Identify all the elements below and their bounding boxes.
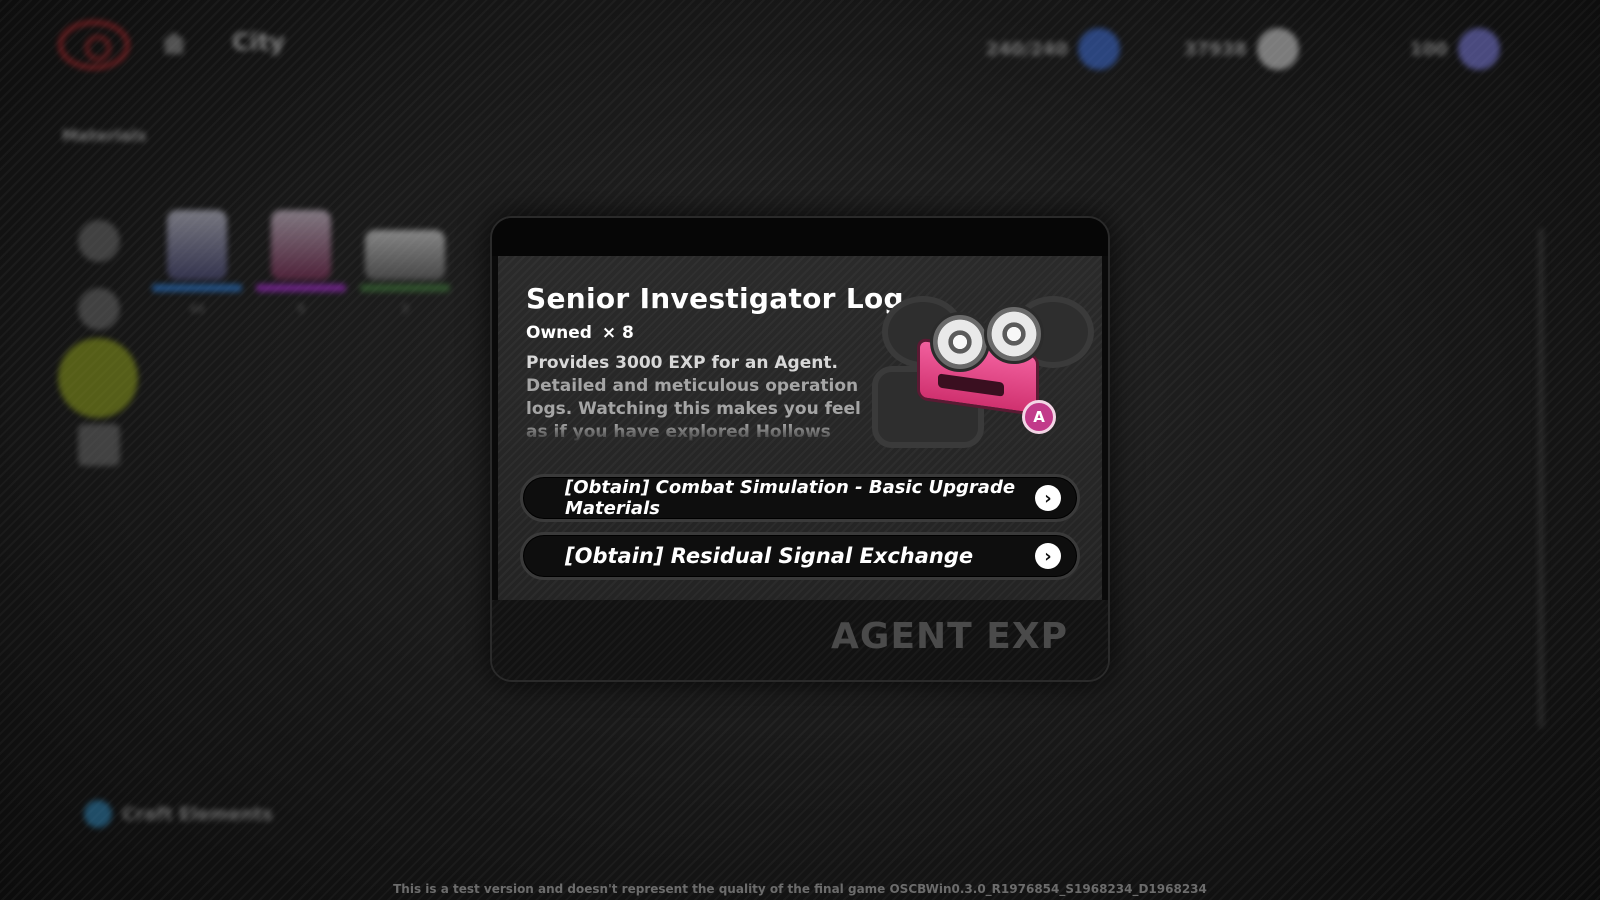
item-flavor-text: Detailed and meticulous operation logs. …	[526, 376, 861, 442]
rarity-bar	[256, 284, 346, 292]
craft-label: Craft Elements	[122, 803, 273, 825]
obtain-option-label: [Obtain] Residual Signal Exchange	[565, 544, 974, 568]
game-logo-icon	[58, 20, 130, 70]
dialog-header-strip	[492, 218, 1108, 256]
item-thumbnail	[365, 230, 445, 280]
obtain-option-label: [Obtain] Combat Simulation - Basic Upgra…	[565, 477, 1016, 519]
chevron-right-icon: ›	[1035, 543, 1061, 569]
currency-amount: 100	[1410, 38, 1448, 60]
item-title: Senior Investigator Log	[526, 282, 904, 315]
scrollbar[interactable]	[1538, 228, 1544, 728]
currency-polychrome: 100	[1410, 28, 1500, 70]
currency-battery: 240/240	[986, 28, 1120, 70]
item-effect-text: Provides 3000 EXP for an Agent.	[526, 353, 838, 373]
battery-charge-icon	[1077, 28, 1120, 70]
reel-right	[984, 304, 1044, 364]
item-category-label: AGENT EXP	[831, 616, 1068, 657]
chevron-right-icon: ›	[1035, 485, 1061, 511]
location-label: City	[232, 28, 285, 56]
rarity-bar	[360, 284, 450, 292]
currency-amount: 240/240	[986, 38, 1068, 60]
filter-misc-button[interactable]	[78, 424, 120, 466]
filter-materials-button[interactable]	[58, 338, 138, 418]
polychrome-icon	[1457, 28, 1500, 70]
game-screen: City 240/240 37938 100 Materials 44 9 3 …	[0, 0, 1600, 900]
filter-all-button[interactable]	[78, 220, 120, 262]
owned-quantity: × 8	[601, 323, 634, 343]
reel-left	[930, 312, 990, 372]
item-thumbnail	[271, 210, 331, 280]
obtain-combat-simulation-button[interactable]: [Obtain] Combat Simulation - Basic Upgra…	[520, 474, 1080, 522]
obtain-residual-signal-button[interactable]: [Obtain] Residual Signal Exchange ›	[520, 532, 1080, 580]
cassette-slot	[938, 373, 1004, 397]
craft-icon	[84, 800, 112, 828]
inventory-item[interactable]: 9	[256, 210, 346, 316]
item-count: 9	[297, 302, 305, 316]
owned-count: Owned × 8	[526, 323, 634, 343]
inventory-item[interactable]: 3	[360, 210, 450, 316]
cassette-tape-icon: A	[872, 276, 1094, 448]
denny-coin-icon	[1256, 28, 1299, 70]
item-description[interactable]: Provides 3000 EXP for an Agent. Detailed…	[526, 352, 886, 444]
test-version-notice: This is a test version and doesn't repre…	[393, 882, 1207, 896]
craft-elements-link[interactable]: Craft Elements	[84, 800, 273, 828]
currency-amount: 37938	[1184, 38, 1247, 60]
home-icon[interactable]	[162, 32, 186, 54]
section-label: Materials	[62, 126, 147, 145]
rank-badge: A	[1022, 400, 1056, 434]
item-count: 44	[189, 302, 205, 316]
inventory-item[interactable]: 44	[152, 210, 242, 316]
item-detail-dialog: Senior Investigator Log Owned × 8 Provid…	[490, 216, 1110, 682]
item-count: 3	[401, 302, 409, 316]
currency-denny: 37938	[1184, 28, 1299, 70]
filter-disc-button[interactable]	[78, 288, 120, 330]
rarity-bar	[152, 284, 242, 292]
owned-label: Owned	[526, 323, 592, 343]
item-thumbnail	[167, 210, 227, 280]
